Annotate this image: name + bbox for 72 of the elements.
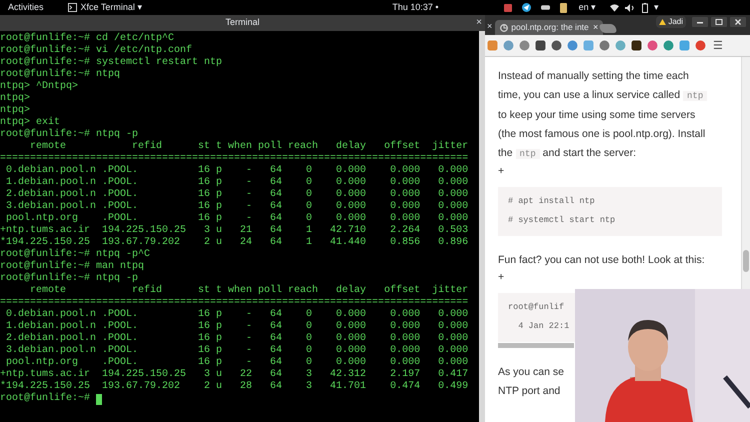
code-line: 4 Jan 22:1: [517, 320, 570, 333]
terminal-line: 3.debian.pool.n .POOL. 16 p - 64 0 0.000 0.000 0.000: [5, 201, 470, 212]
extension-icon[interactable]: [631, 40, 642, 51]
terminal-line: root@funlife:~# ntpq -p^C: [0, 249, 152, 260]
browser-tab[interactable]: pool.ntp.org: the inte ×: [495, 20, 604, 35]
terminal-line: root@funlife:~# cd /etc/ntp^C: [0, 33, 176, 44]
close-button[interactable]: ×: [476, 15, 482, 31]
terminal-line: remote refid st t when poll reach delay offset jitter: [29, 285, 470, 297]
terminal-line: remote refid st t when poll reach delay offset jitter: [29, 141, 470, 153]
tab-close-button[interactable]: ×: [487, 20, 492, 32]
activities-button[interactable]: Activities: [8, 0, 44, 14]
warning-icon: [659, 19, 666, 25]
paragraph-line: As you can se: [498, 365, 564, 380]
terminal-line: pool.ntp.org .POOL. 16 p - 64 0 0.000 0.000 0.000: [5, 213, 470, 224]
terminal-line: ntpq> ^Dntpq>: [0, 81, 80, 93]
code-line: root@funlif: [508, 301, 564, 314]
terminal-line: 0.debian.pool.n .POOL. 16 p - 64 0 0.000 0.000 0.000: [5, 309, 470, 320]
window-title: Terminal: [225, 16, 260, 30]
code-line: # systemctl start ntp: [508, 214, 616, 227]
terminal-line: root@funlife:~# ntpq -p: [0, 273, 140, 284]
tab-title: pool.ntp.org: the inte: [511, 21, 589, 34]
cursor: [96, 394, 102, 404]
profile-badge[interactable]: Jadi: [656, 16, 686, 28]
terminal-line: pool.ntp.org .POOL. 16 p - 64 0 0.000 0.000 0.000: [5, 357, 470, 368]
terminal-line: root@funlife:~# vi /etc/ntp.conf: [0, 45, 194, 56]
scrollbar-thumb[interactable]: [743, 250, 749, 272]
terminal-line: *194.225.150.25 193.67.79.202 2 u 28 64 3 41.701 0.474 0.499: [0, 381, 470, 392]
terminal-line: +ntp.tums.ac.ir 194.225.150.25 3 u 21 64 1 42.710 2.264 0.503: [0, 225, 470, 236]
terminal-line: *194.225.150.25 193.67.79.202 2 u 24 64 1 41.440 0.856 0.896: [0, 237, 470, 248]
menu-button[interactable]: ☰: [713, 40, 723, 52]
extension-icon[interactable]: [535, 40, 546, 51]
volume-icon[interactable]: [625, 4, 636, 12]
paper-plane-icon[interactable]: [522, 3, 531, 12]
terminal-line: 1.debian.pool.n .POOL. 16 p - 64 0 0.000 0.000 0.000: [5, 321, 470, 332]
minimize-button[interactable]: [692, 17, 708, 27]
tab-close-button[interactable]: ×: [593, 20, 598, 34]
terminal-line: ==============================================================================: [0, 297, 470, 308]
wifi-icon[interactable]: [610, 4, 620, 12]
terminal-icon: [68, 3, 77, 12]
terminal-line: 2.debian.pool.n .POOL. 16 p - 64 0 0.000 0.000 0.000: [5, 189, 470, 200]
profile-name: Jadi: [668, 16, 683, 28]
terminal-line: ntpq>: [0, 105, 32, 117]
terminal-line: 2.debian.pool.n .POOL. 16 p - 64 0 0.000 0.000 0.000: [5, 333, 470, 344]
terminal-prompt: root@funlife:~#: [0, 393, 92, 405]
terminal-line: ntpq> exit: [0, 117, 62, 128]
terminal-line: root@funlife:~# man ntpq: [0, 261, 146, 272]
battery-icon[interactable]: [642, 2, 648, 12]
system-menu[interactable]: ▾: [654, 0, 660, 14]
app-menu[interactable]: Xfce Terminal ▾: [80, 0, 142, 14]
clock[interactable]: Thu 10:37 •: [392, 0, 439, 14]
terminal-line: 1.debian.pool.n .POOL. 16 p - 64 0 0.000 0.000 0.000: [5, 177, 470, 188]
horizontal-scrollbar[interactable]: [498, 343, 574, 348]
code-line: # apt install ntp: [508, 195, 595, 208]
plus-sign: +: [498, 270, 504, 284]
paragraph: Fun fact? you can not use both! Look at this:: [498, 253, 706, 268]
maximize-button[interactable]: [711, 17, 727, 27]
terminal-line: 0.debian.pool.n .POOL. 16 p - 64 0 0.000 0.000 0.000: [5, 165, 470, 176]
terminal-line: root@funlife:~# systemctl restart ntp: [0, 57, 224, 68]
paragraph-line: NTP port and: [498, 384, 560, 399]
terminal-line: ntpq>: [0, 93, 32, 105]
scrollbar[interactable]: [479, 31, 485, 422]
language-menu[interactable]: en ▾: [578, 0, 596, 14]
paragraph: Instead of manually setting the time each time, you can use a linux service called ntp to keep your time using some time servers (the most famous one is pool.ntp.org). Install the ntp and start the server:: [498, 69, 708, 161]
terminal-line: +ntp.tums.ac.ir 194.225.150.25 3 u 22 64 3 42.312 2.197 0.417: [0, 369, 470, 380]
terminal-line: root@funlife:~# ntpq: [0, 69, 122, 81]
plus-sign: +: [498, 164, 504, 178]
close-button[interactable]: [730, 17, 746, 27]
terminal-line: ==============================================================================: [0, 153, 470, 164]
terminal-line: 3.debian.pool.n .POOL. 16 p - 64 0 0.000 0.000 0.000: [5, 345, 470, 356]
terminal-line: root@funlife:~# ntpq -p: [0, 129, 140, 140]
new-tab-button[interactable]: [598, 24, 618, 33]
record-icon[interactable]: [504, 4, 512, 12]
